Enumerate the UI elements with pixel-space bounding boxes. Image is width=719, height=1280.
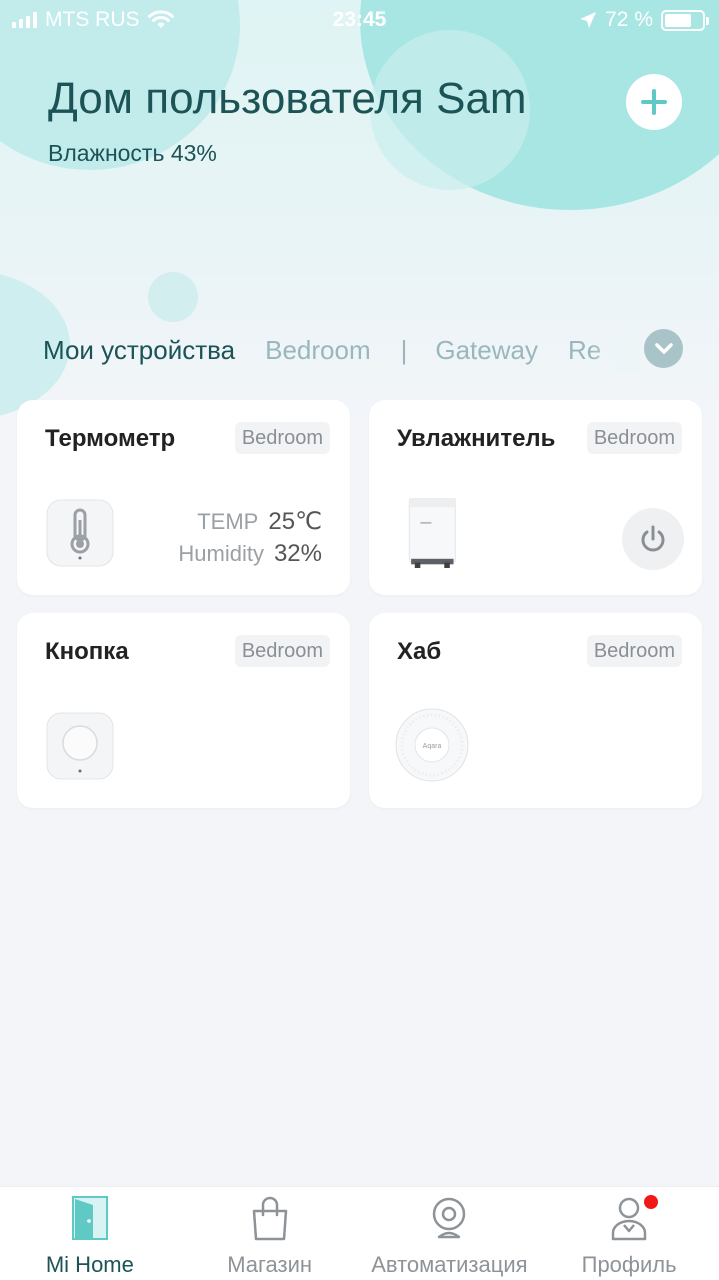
room-badge: Bedroom (234, 635, 330, 667)
room-tabs: Мои устройства Bedroom | Gateway Re (43, 330, 643, 370)
add-device-button[interactable] (626, 74, 682, 130)
nav-mi-home[interactable]: Mi Home (0, 1187, 180, 1280)
tab-divider: | (400, 334, 408, 365)
sensor-readings: TEMP 25℃ Humidity 32% (178, 506, 322, 570)
nav-label: Mi Home (45, 1252, 134, 1277)
nav-label: Профиль (581, 1252, 677, 1277)
humidifier-icon (408, 498, 456, 568)
hub-icon: Aqara (395, 708, 469, 782)
device-card-hub[interactable]: Хаб Bedroom Aqara (369, 613, 702, 808)
battery-percent: 72 % (605, 8, 653, 31)
battery-icon (661, 9, 709, 31)
power-icon (641, 525, 665, 552)
device-name: Термометр (45, 425, 176, 452)
shopping-bag-icon (252, 1196, 287, 1241)
camera-icon (433, 1197, 466, 1239)
power-toggle-button[interactable] (622, 508, 684, 570)
tab-bedroom[interactable]: Bedroom (265, 335, 371, 366)
bg-circle (148, 272, 198, 322)
location-arrow-icon (580, 12, 597, 28)
door-icon (71, 1196, 108, 1240)
status-bar: MTS RUS 23:45 72 % (0, 0, 719, 40)
tab-my-devices[interactable]: Мои устройства (43, 335, 235, 366)
device-card-button[interactable]: Кнопка Bedroom (17, 613, 350, 808)
chevron-down-icon (654, 342, 673, 354)
reading-label: TEMP (197, 509, 259, 534)
nav-store[interactable]: Магазин (180, 1187, 360, 1280)
plus-icon (641, 89, 667, 115)
device-name: Хаб (397, 638, 442, 665)
notification-badge (644, 1195, 658, 1209)
device-card-humidifier[interactable]: Увлажнитель Bedroom (369, 400, 702, 595)
tabs-fade (590, 328, 640, 372)
thermometer-sensor-icon (46, 499, 114, 567)
tab-gateway[interactable]: Gateway (435, 335, 538, 366)
expand-tabs-button[interactable] (644, 329, 683, 368)
device-name: Увлажнитель (397, 425, 556, 452)
nav-profile[interactable]: Профиль (539, 1187, 719, 1280)
device-name: Кнопка (45, 638, 129, 665)
bottom-navigation: Mi Home Магазин Автоматизация Профиль (0, 1186, 719, 1280)
nav-automation[interactable]: Автоматизация (360, 1187, 540, 1280)
nav-label: Автоматизация (371, 1252, 528, 1277)
wireless-button-icon (46, 712, 114, 780)
reading-value: 25℃ (268, 508, 322, 535)
nav-label: Магазин (227, 1252, 313, 1277)
humidity-status: Влажность 43% (48, 140, 217, 166)
home-title[interactable]: Дом пользователя Sam (48, 74, 527, 124)
room-badge: Bedroom (234, 422, 330, 454)
hub-logo: Aqara (423, 743, 442, 750)
reading-label: Humidity (178, 541, 264, 566)
room-badge: Bedroom (586, 422, 682, 454)
reading-value: 32% (273, 540, 322, 567)
room-badge: Bedroom (586, 635, 682, 667)
device-card-thermometer[interactable]: Термометр Bedroom TEMP 25℃ Humidity 32% (17, 400, 350, 595)
